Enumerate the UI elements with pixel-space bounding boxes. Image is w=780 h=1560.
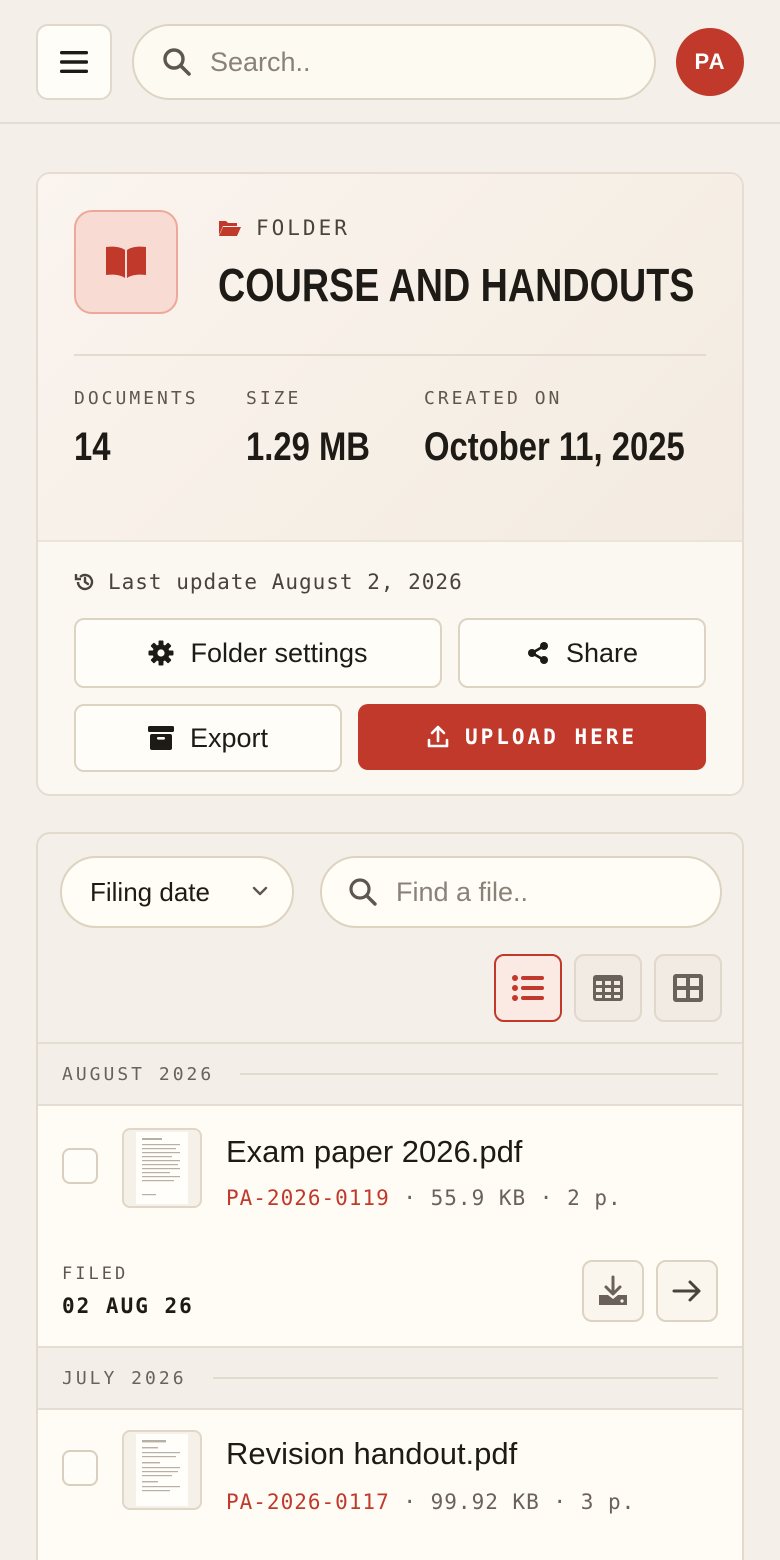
export-button[interactable]: Export: [74, 704, 342, 772]
list-view-button[interactable]: [494, 954, 562, 1022]
stat-label: CREATED ON: [424, 388, 563, 409]
files-panel: Filing date Find a file.. AUGUST 2026 Ex…: [36, 832, 744, 1560]
file-details: · 55.9 KB · 2 p.: [389, 1186, 622, 1210]
folder-open-icon: [219, 221, 241, 236]
stat-label: SIZE: [246, 388, 302, 409]
folder-card: FOLDER COURSE AND HANDOUTS DOCUMENTS 14 …: [36, 172, 744, 796]
search-placeholder: Search..: [210, 46, 311, 77]
file-thumbnail[interactable]: [122, 1128, 202, 1208]
grid-view-button[interactable]: [654, 954, 722, 1022]
find-file-input[interactable]: Find a file..: [320, 856, 722, 928]
history-icon: [74, 573, 94, 591]
file-thumbnail[interactable]: [122, 1430, 202, 1510]
share-icon: [527, 642, 548, 664]
group-divider: [240, 1073, 718, 1075]
stat-value: 14: [74, 425, 111, 469]
table-view-button[interactable]: [574, 954, 642, 1022]
file-reference: PA-2026-0119: [226, 1186, 390, 1210]
document-thumbnail-icon: [136, 1434, 188, 1506]
upload-button[interactable]: UPLOAD HERE: [358, 704, 706, 770]
book-icon: [106, 246, 146, 278]
filed-label: FILED: [62, 1264, 129, 1284]
filed-date: 02 AUG 26: [62, 1294, 194, 1318]
arrow-right-icon: [672, 1280, 701, 1302]
share-button[interactable]: Share: [458, 618, 706, 688]
file-checkbox[interactable]: [62, 1148, 98, 1184]
stat-size: SIZE 1.29 MB: [246, 388, 397, 470]
document-thumbnail-icon: [136, 1132, 188, 1204]
avatar[interactable]: PA: [676, 28, 744, 96]
file-name[interactable]: Revision handout.pdf: [226, 1436, 517, 1472]
hamburger-icon: [60, 51, 88, 73]
archive-icon: [147, 726, 174, 750]
file-name[interactable]: Exam paper 2026.pdf: [226, 1134, 522, 1170]
stat-value: 1.29 MB: [246, 425, 370, 469]
group-header: AUGUST 2026: [38, 1042, 742, 1106]
group-divider: [212, 1377, 718, 1379]
gear-icon: [148, 640, 174, 666]
top-bar: Search.. PA: [0, 0, 780, 124]
stat-documents: DOCUMENTS 14: [74, 388, 199, 470]
folder-settings-button[interactable]: Folder settings: [74, 618, 442, 688]
grid-icon: [673, 974, 703, 1002]
file-meta: PA-2026-0117 · 99.92 KB · 3 p.: [226, 1490, 635, 1514]
folder-header: FOLDER COURSE AND HANDOUTS DOCUMENTS 14 …: [38, 174, 742, 542]
open-file-button[interactable]: [656, 1260, 718, 1322]
search-icon: [163, 48, 191, 76]
divider: [74, 354, 706, 356]
sort-value: Filing date: [90, 876, 210, 907]
list-icon: [512, 975, 544, 1001]
last-update: Last update August 2, 2026: [74, 570, 463, 594]
folder-title: COURSE AND HANDOUTS: [218, 259, 695, 311]
folder-settings-label: Folder settings: [190, 637, 368, 668]
search-icon: [349, 878, 377, 906]
table-icon: [593, 975, 623, 1001]
export-label: Export: [189, 722, 269, 753]
upload-icon: [427, 725, 449, 748]
search-input[interactable]: Search..: [132, 24, 656, 100]
group-header: JULY 2026: [38, 1346, 742, 1410]
sort-select[interactable]: Filing date: [60, 856, 294, 928]
upload-label: UPLOAD HERE: [464, 725, 638, 749]
file-checkbox[interactable]: [62, 1450, 98, 1486]
download-icon: [599, 1275, 627, 1305]
file-reference: PA-2026-0117: [226, 1490, 390, 1514]
download-button[interactable]: [582, 1260, 644, 1322]
stat-value: October 11, 2025: [424, 425, 685, 469]
stat-created: CREATED ON October 11, 2025: [424, 388, 742, 470]
folder-type-label: FOLDER: [218, 216, 350, 240]
file-row[interactable]: Revision handout.pdf PA-2026-0117 · 99.9…: [38, 1410, 742, 1560]
find-file-placeholder: Find a file..: [396, 876, 529, 907]
group-label: JULY 2026: [62, 1367, 187, 1389]
file-details: · 99.92 KB · 3 p.: [389, 1490, 636, 1514]
group-label: AUGUST 2026: [62, 1063, 215, 1085]
file-row[interactable]: Exam paper 2026.pdf PA-2026-0119 · 55.9 …: [38, 1106, 742, 1346]
chevron-down-icon: [252, 886, 268, 896]
file-meta: PA-2026-0119 · 55.9 KB · 2 p.: [226, 1186, 622, 1210]
folder-icon-tile: [74, 210, 178, 314]
folder-actions: Last update August 2, 2026 Folder settin…: [38, 542, 742, 794]
menu-button[interactable]: [36, 24, 112, 100]
stat-label: DOCUMENTS: [74, 388, 199, 409]
share-label: Share: [565, 637, 639, 668]
